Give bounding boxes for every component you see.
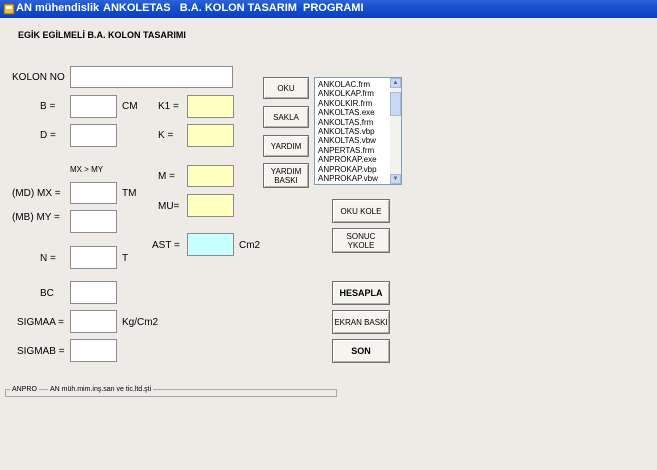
app-name: AN mühendislik [16,2,100,14]
file-list-item[interactable]: ANKOLTAS.vbw [318,136,390,145]
d-label: D = [40,130,56,141]
mx-gt-my-label: MX > MY [70,165,104,174]
mu-label: MU= [158,201,180,212]
sigmab-label: SIGMAB = [17,346,65,357]
file-list-item[interactable]: ANKOLKAP.frm [318,89,390,98]
cm2-unit-label: Cm2 [239,240,261,251]
d-input[interactable] [70,124,117,147]
ast-output [187,233,234,256]
m-output [187,165,234,187]
hesapla-button[interactable]: HESAPLA [332,281,390,305]
file-list-item[interactable]: ANPERTAS.frm [318,146,390,155]
arrow-up-icon[interactable]: ▲ [390,78,401,88]
file-list-items: ANKOLAC.frm ANKOLKAP.frm ANKOLKIR.frm ANKOL… [318,80,390,183]
ast-label: AST = [152,240,180,251]
listbox-scrollbar[interactable]: ▲ ▼ [390,78,401,184]
md-mx-label: (MD) MX = [12,188,61,199]
k1-label: K1 = [158,101,179,112]
file-list-item[interactable]: ANKOLTAS.vbp [318,127,390,136]
my-input[interactable] [70,210,117,233]
file-listbox[interactable]: ANKOLAC.frm ANKOLKAP.frm ANKOLKIR.frm ANKOL… [314,77,402,185]
sonuc-ykole-button-label: SONUC YKOLE [346,231,376,250]
yardim-baski-button-label: YARDIM BASKI [270,166,302,185]
file-list-item[interactable]: ANKOLTAS.exe [318,108,390,117]
k-label: K = [158,130,174,141]
k1-output [187,95,234,118]
mb-my-label: (MB) MY = [12,212,60,223]
yardim-baski-button[interactable]: YARDIM BASKI [263,163,309,188]
oku-button-label: OKU [277,83,295,93]
n-input[interactable] [70,246,117,269]
mu-output [187,194,234,217]
mx-input[interactable] [70,182,117,204]
app-icon [3,3,15,15]
file-list-item[interactable]: ANKOLAC.frm [318,80,390,89]
oku-button[interactable]: OKU [263,77,309,99]
b-label: B = [40,101,56,112]
scrollbar-thumb[interactable] [390,92,401,116]
oku-kole-button-label: OKU KOLE [340,206,382,216]
status-frame: ANPRO AN müh.mim.inş.san ve tic.ltd.şti [5,386,337,397]
sigmaa-input[interactable] [70,310,117,333]
window-title: ANKOLETAS B.A. KOLON TASARIM PROGRAMI [103,2,364,14]
yardim-button[interactable]: YARDIM [263,135,309,157]
oku-kole-button[interactable]: OKU KOLE [332,199,390,223]
file-list-item[interactable]: ANPROKAP.vbw [318,174,390,183]
status-right: AN müh.mim.inş.san ve tic.ltd.şti [48,386,154,393]
kolon-no-label: KOLON NO [12,72,65,83]
file-list-item[interactable]: ANPROKAP.vbp [318,165,390,174]
sonuc-ykole-button[interactable]: SONUC YKOLE [332,228,390,253]
title-bar[interactable]: AN mühendislik ANKOLETAS B.A. KOLON TASA… [0,0,657,18]
sakla-button[interactable]: SAKLA [263,106,309,128]
tm-unit-label: TM [122,188,137,199]
file-list-item[interactable]: ANPROKAP.exe [318,155,390,164]
bc-input[interactable] [70,281,117,304]
son-button[interactable]: SON [332,339,390,363]
yardim-button-label: YARDIM [270,141,302,151]
bc-label: BC [40,288,54,299]
b-input[interactable] [70,95,117,118]
ekran-baski-button[interactable]: EKRAN BASKI [332,310,390,334]
status-left: ANPRO [10,386,39,393]
form-heading: EGİK EGİLMELİ B.A. KOLON TASARIMI [18,30,186,40]
ekran-baski-button-label: EKRAN BASKI [334,317,388,327]
t-unit-label: T [122,253,129,264]
n-label: N = [40,253,56,264]
kg-cm2-unit-label: Kg/Cm2 [122,317,159,328]
cm-unit-label: CM [122,101,138,112]
m-label: M = [158,171,175,182]
hesapla-button-label: HESAPLA [339,287,383,298]
sigmab-input[interactable] [70,339,117,362]
k-output [187,124,234,147]
file-list-item[interactable]: ANKOLKIR.frm [318,99,390,108]
sakla-button-label: SAKLA [273,112,299,122]
son-button-label: SON [351,345,371,356]
kolon-no-input[interactable] [70,66,233,88]
arrow-down-icon[interactable]: ▼ [390,174,401,184]
file-list-item[interactable]: ANKOLTAS.frm [318,118,390,127]
sigmaa-label: SIGMAA = [17,317,64,328]
